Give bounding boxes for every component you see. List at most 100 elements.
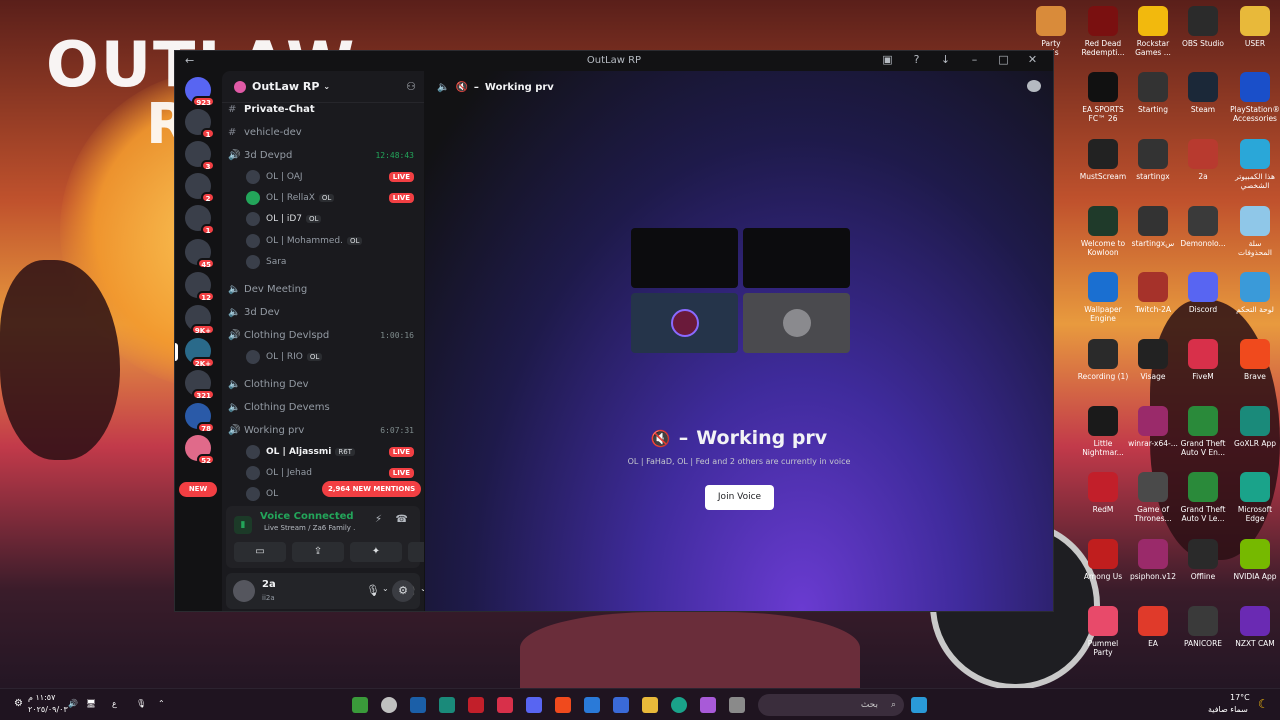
server-icon[interactable]: 3 — [185, 141, 215, 171]
desktop-icon[interactable]: Game of Thrones... — [1127, 472, 1179, 523]
discord-icon[interactable] — [526, 697, 542, 713]
voice-channel-path[interactable]: Live Stream / Za6 Family . — [264, 524, 355, 532]
user-name[interactable]: 2a — [262, 579, 276, 590]
voice-user[interactable]: OL | Mohammed. OL — [246, 231, 416, 251]
channel-3d-dev[interactable]: 🔈 3d Dev — [228, 302, 418, 322]
voice-user[interactable]: OL | iD7 OL — [246, 209, 416, 229]
add-member-icon[interactable]: ⚇ — [406, 80, 416, 93]
minimize-button[interactable]: – — [960, 53, 989, 66]
clock-time[interactable]: ١١:٥٧ م — [28, 693, 55, 702]
desktop-icon[interactable]: Discord — [1177, 272, 1229, 314]
signal-icon[interactable]: ▮ — [234, 516, 252, 534]
file-explorer-icon[interactable] — [642, 697, 658, 713]
weather-temp[interactable]: 17°C — [1230, 693, 1250, 702]
xbox-icon[interactable] — [439, 697, 455, 713]
voice-user[interactable]: OL | Jehad LIVE — [246, 463, 416, 483]
participant-tile[interactable] — [631, 228, 738, 288]
help-icon[interactable]: ? — [902, 53, 931, 66]
server-icon-outlaw[interactable]: 2K+ — [185, 338, 215, 368]
screen-icon[interactable]: ▣ — [873, 53, 902, 66]
desktop-icon[interactable]: 2a — [1177, 139, 1229, 181]
language-indicator[interactable]: ع — [112, 699, 117, 708]
channel-3d-devpd[interactable]: 🔊 3d Devpd 12:48:43 — [228, 145, 418, 165]
server-icon[interactable]: 1 — [185, 205, 215, 235]
server-header[interactable]: OutLaw RP ⌄ ⚇ — [222, 71, 424, 103]
activities-button[interactable]: ✦ — [350, 542, 402, 562]
new-mentions-pill[interactable]: 2,964 NEW MENTIONS — [322, 481, 422, 497]
desktop-icon[interactable]: Offline — [1177, 539, 1229, 581]
camera-off-button[interactable]: ▭ — [234, 542, 286, 562]
desktop-icon[interactable]: هذا الكمبيوتر الشخصي — [1229, 139, 1280, 190]
task-view-icon[interactable] — [729, 697, 745, 713]
avatar[interactable] — [233, 580, 255, 602]
disconnect-icon[interactable]: ☎ — [396, 514, 408, 525]
brave-icon[interactable] — [555, 697, 571, 713]
desktop-icon[interactable]: PlayStation® Accessories — [1229, 72, 1280, 123]
search-box[interactable]: بحث ⌕ — [758, 694, 904, 716]
channel-clothing-dev[interactable]: 🔈 Clothing Dev — [228, 374, 418, 394]
channel-vehicle-dev[interactable]: # vehicle-dev — [228, 122, 418, 142]
desktop-icon[interactable]: Grand Theft Auto V En... — [1177, 406, 1229, 457]
desktop-icon[interactable]: Brave — [1229, 339, 1280, 381]
participant-tile[interactable] — [743, 228, 850, 288]
desktop-icon[interactable]: Among Us — [1077, 539, 1129, 581]
voice-status[interactable]: Voice Connected — [260, 511, 354, 522]
desktop-icon[interactable]: GoXLR App — [1229, 406, 1280, 448]
desktop-icon[interactable]: Welcome to Kowloon — [1077, 206, 1129, 257]
microphone-icon[interactable]: 🎙 — [136, 699, 146, 708]
desktop-icon[interactable]: Rockstar Games ... — [1127, 6, 1179, 57]
volume-icon[interactable]: 🔊 — [68, 699, 78, 708]
server-icon[interactable]: 12 — [185, 272, 215, 302]
channel-clothing-devlspd[interactable]: 🔊 Clothing Devlspd 1:00:16 — [228, 325, 418, 345]
desktop-icon[interactable]: Grand Theft Auto V Le... — [1177, 472, 1229, 523]
chat-icon[interactable] — [1027, 80, 1041, 92]
desktop-icon[interactable]: Wallpaper Engine — [1077, 272, 1129, 323]
voice-user[interactable]: Sara — [246, 252, 416, 272]
close-button[interactable]: ✕ — [1018, 53, 1047, 66]
new-badge[interactable]: NEW — [179, 482, 217, 497]
soundboard-button[interactable]: ♫ — [408, 542, 424, 562]
desktop-icon[interactable]: NZXT CAM — [1229, 606, 1280, 648]
desktop-icon[interactable]: Twitch-2A — [1127, 272, 1179, 314]
desktop-icon[interactable]: NVIDIA App — [1229, 539, 1280, 581]
channel-private-chat[interactable]: # Private-Chat — [228, 103, 418, 119]
microphone-icon[interactable]: 🎙 — [366, 584, 380, 597]
desktop-icon[interactable]: EA — [1127, 606, 1179, 648]
server-icon[interactable]: 45 — [185, 239, 215, 269]
network-icon[interactable]: 🖥 — [86, 699, 96, 708]
chevron-down-icon[interactable]: ⌄ — [420, 584, 424, 593]
windows-start-icon[interactable] — [911, 697, 927, 713]
voice-user[interactable]: OL | OAJ LIVE — [246, 167, 416, 187]
desktop-icon[interactable]: winrar-x64-... — [1127, 406, 1179, 448]
server-icon[interactable]: 2 — [185, 173, 215, 203]
store-icon[interactable] — [613, 697, 629, 713]
desktop-icon[interactable]: MustScream — [1077, 139, 1129, 181]
desktop-icon[interactable]: Visage — [1127, 339, 1179, 381]
server-icon[interactable]: 1 — [185, 109, 215, 139]
channel-working-prv[interactable]: 🔊 Working prv 6:07:31 — [228, 420, 418, 440]
redm-icon[interactable] — [468, 697, 484, 713]
server-icon[interactable]: 78 — [185, 403, 215, 433]
desktop-icon[interactable]: FiveM — [1177, 339, 1229, 381]
settings-icon[interactable]: ⚙ — [14, 698, 23, 709]
desktop-icon[interactable]: psiphon.v12 — [1127, 539, 1179, 581]
maximize-button[interactable]: □ — [989, 53, 1018, 66]
voice-user[interactable]: OL | RellaX OL LIVE — [246, 188, 416, 208]
desktop-icon[interactable]: startingx — [1127, 139, 1179, 181]
participant-tile[interactable] — [743, 293, 850, 353]
voice-user[interactable]: OL | RIO OL — [246, 347, 416, 367]
noise-suppression-icon[interactable]: ⚡ — [375, 514, 382, 525]
app-icon[interactable] — [352, 697, 368, 713]
desktop-icon[interactable]: startingxس — [1127, 206, 1179, 248]
download-icon[interactable]: ↓ — [931, 53, 960, 66]
desktop-icon[interactable]: Microsoft Edge — [1229, 472, 1280, 523]
settings-gear-icon[interactable]: ⚙ — [392, 580, 414, 602]
channel-dev-meeting[interactable]: 🔈 Dev Meeting — [228, 279, 418, 299]
fivem-icon[interactable] — [497, 697, 513, 713]
desktop-icon[interactable]: Steam — [1177, 72, 1229, 114]
desktop-icon[interactable]: Starting — [1127, 72, 1179, 114]
server-icon[interactable]: 52 — [185, 435, 215, 465]
desktop-icon[interactable]: EA SPORTS FC™ 26 — [1077, 72, 1129, 123]
desktop-icon[interactable]: RedM — [1077, 472, 1129, 514]
desktop-icon[interactable]: Recording (1) — [1077, 339, 1129, 381]
